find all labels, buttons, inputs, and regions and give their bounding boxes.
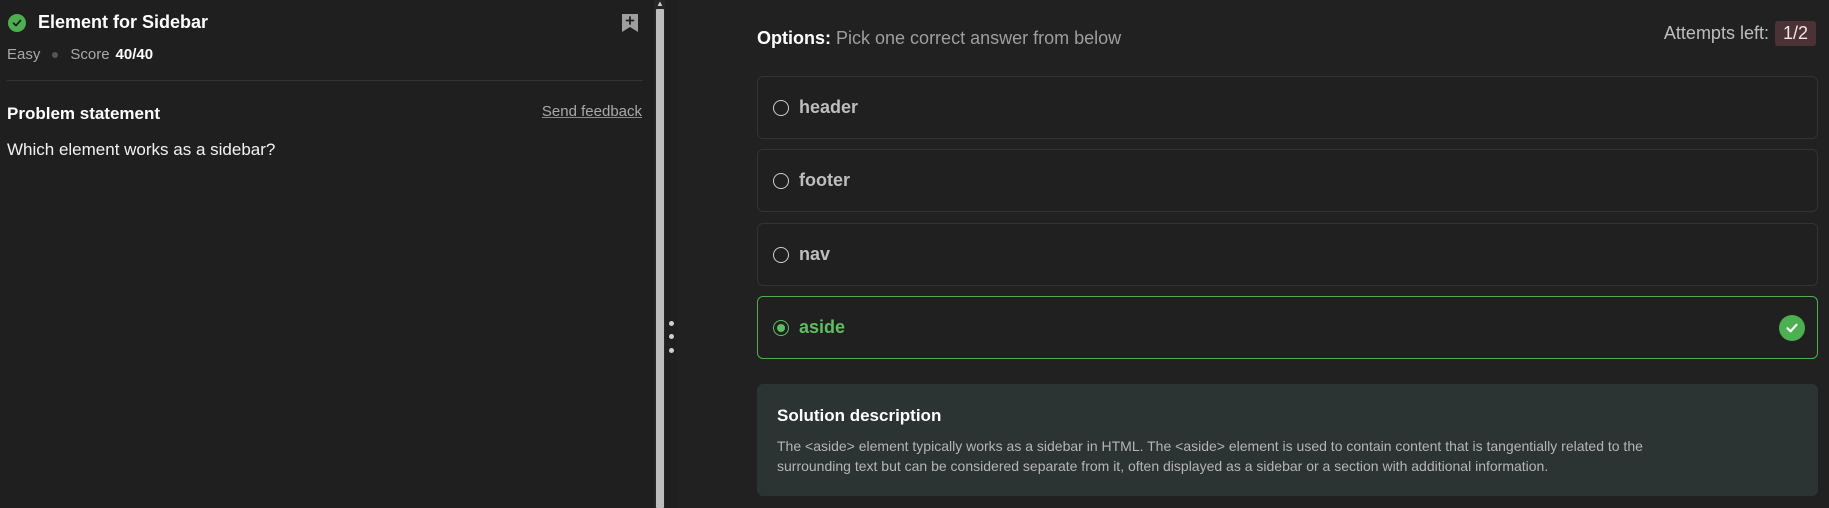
scrollbar-thumb[interactable] — [656, 9, 664, 508]
scroll-up-arrow-icon[interactable]: ▲ — [656, 0, 664, 8]
attempts-indicator: Attempts left: 1/2 — [1664, 21, 1816, 46]
bookmark-add-icon[interactable] — [620, 12, 640, 34]
grip-dot-icon[interactable] — [669, 321, 674, 326]
option-nav[interactable]: nav — [757, 223, 1818, 286]
send-feedback-link[interactable]: Send feedback — [542, 103, 642, 120]
radio-button[interactable] — [773, 246, 789, 263]
options-label: Options: — [757, 28, 831, 48]
problem-panel: Element for Sidebar Easy Score 40/40 Pro… — [0, 0, 654, 508]
correct-check-icon — [1779, 315, 1805, 341]
radio-button[interactable] — [773, 99, 789, 116]
options-heading: Options: Pick one correct answer from be… — [757, 28, 1121, 49]
solution-text-line: The <aside> element typically works as a… — [777, 438, 1643, 454]
difficulty-label: Easy — [7, 46, 41, 63]
divider — [7, 80, 643, 81]
radio-button[interactable] — [773, 172, 789, 189]
solution-heading: Solution description — [777, 406, 942, 425]
option-label: nav — [799, 244, 831, 264]
score-value: 40/40 — [115, 46, 154, 63]
option-label: footer — [799, 170, 850, 190]
grip-dot-icon[interactable] — [669, 348, 674, 353]
score-label: Score — [70, 46, 110, 63]
title-row: Element for Sidebar — [8, 12, 208, 33]
separator-dot — [52, 51, 59, 58]
solution-text-line: surrounding text but can be considered s… — [777, 458, 1549, 474]
option-label: header — [799, 97, 859, 117]
solution-text: The <aside> element typically works as a… — [777, 436, 1777, 476]
question-text: Which element works as a sidebar? — [7, 140, 276, 159]
problem-title: Element for Sidebar — [38, 12, 209, 32]
option-aside[interactable]: aside — [757, 296, 1818, 359]
option-label: aside — [799, 317, 846, 337]
problem-meta: Easy Score 40/40 — [7, 46, 153, 63]
problem-statement-heading: Problem statement — [7, 104, 161, 123]
attempts-badge: 1/2 — [1774, 21, 1816, 46]
grip-dot-icon[interactable] — [669, 334, 674, 339]
solution-box: Solution description The <aside> element… — [757, 384, 1818, 496]
option-footer[interactable]: footer — [757, 149, 1818, 212]
options-hint: Pick one correct answer from below — [836, 28, 1122, 48]
options-panel: Options: Pick one correct answer from be… — [677, 0, 1829, 508]
panel-resize-handle[interactable] — [665, 0, 677, 508]
solved-check-icon — [8, 13, 26, 32]
attempts-label: Attempts left: — [1663, 23, 1769, 43]
option-header[interactable]: header — [757, 76, 1818, 139]
radio-button-selected[interactable] — [773, 319, 789, 336]
